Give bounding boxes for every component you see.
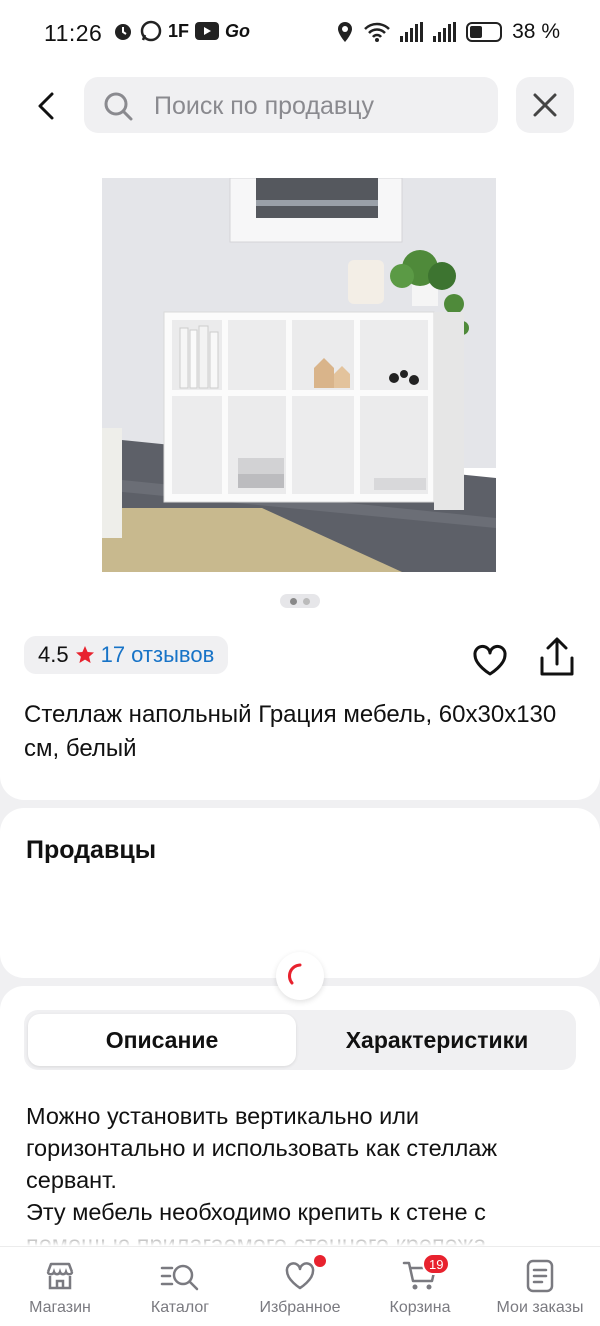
shelf-photo [102, 178, 496, 572]
nav-label-orders: Мои заказы [496, 1299, 584, 1316]
alarm-icon [115, 24, 131, 40]
nav-label-cart: Корзина [389, 1299, 451, 1316]
nav-item-favorites[interactable]: Избранное [240, 1247, 360, 1326]
sellers-title: Продавцы [26, 836, 157, 864]
back-button[interactable] [24, 84, 68, 128]
spinner-icon [287, 963, 302, 985]
heart-icon [473, 644, 507, 676]
cart-count-badge: 19 [422, 1253, 451, 1275]
description-card: Описание Характеристики Можно установить… [0, 986, 600, 1246]
chevron-left-icon [38, 92, 54, 120]
nav-label-store: Магазин [29, 1299, 91, 1316]
rating-chip[interactable]: 4.5 17 отзывов [24, 636, 229, 674]
status-system-icons: 38 % [336, 20, 560, 44]
signal-icon-2 [433, 22, 457, 42]
youtube-icon [195, 22, 220, 40]
status-notification-icons: 1F Go [112, 20, 250, 42]
status-time: 11:26 [44, 20, 103, 46]
pager-dot-active [290, 597, 297, 605]
location-icon [338, 22, 353, 42]
orders-icon [526, 1259, 554, 1293]
search-placeholder: Поиск по продавцу [154, 92, 374, 120]
nav-label-catalog: Каталог [150, 1299, 210, 1316]
status-bar: 11:26 1F Go 38 % [0, 0, 600, 70]
bottom-nav: Магазин Каталог Избранное 19 Корзина Мои… [0, 1246, 600, 1326]
favorites-dot-badge [314, 1255, 326, 1267]
product-card: 4.5 17 отзывов Стеллаж напольный Грация … [0, 146, 600, 800]
product-title: Стеллаж напольный Грация мебель, 60х30х1… [24, 701, 557, 762]
loading-spinner [276, 952, 324, 1000]
nav-item-cart[interactable]: 19 Корзина [360, 1247, 480, 1326]
image-pager-dots [280, 594, 320, 608]
search-icon [104, 92, 133, 121]
nav-item-catalog[interactable]: Каталог [120, 1247, 240, 1326]
nav-item-store[interactable]: Магазин [0, 1247, 120, 1326]
battery-level: 38 % [512, 20, 560, 43]
store-icon [46, 1262, 74, 1290]
product-image[interactable] [102, 178, 496, 572]
catalog-search-icon [160, 1264, 199, 1291]
favorite-button[interactable] [470, 640, 510, 680]
search-input[interactable]: Поиск по продавцу [84, 77, 498, 133]
nav-label-favorites: Избранное [259, 1299, 341, 1316]
wifi-icon [364, 22, 391, 42]
rating-value: 4.5 [38, 642, 69, 667]
star-icon [75, 646, 94, 663]
top-bar: Поиск по продавцу [0, 70, 600, 146]
share-button[interactable] [536, 636, 578, 680]
signal-icon [400, 22, 424, 42]
battery-icon [466, 22, 503, 42]
close-icon [533, 93, 557, 117]
reviews-link[interactable]: 17 отзывов [101, 642, 215, 668]
heart-icon [285, 1262, 315, 1290]
tab-description[interactable]: Описание [28, 1014, 296, 1066]
share-icon [540, 637, 574, 676]
nav-item-orders[interactable]: Мои заказы [480, 1247, 600, 1326]
close-button[interactable] [516, 77, 574, 133]
description-paragraph: Можно установить вертикально или горизон… [26, 1103, 498, 1193]
description-tabs: Описание Характеристики [24, 1010, 576, 1070]
whatsapp-icon [140, 20, 162, 42]
pager-dot [303, 597, 310, 605]
status-app-label-go: Go [225, 20, 251, 41]
tab-specs[interactable]: Характеристики [302, 1014, 572, 1066]
status-app-label-1f: 1F [168, 20, 190, 41]
description-fade [0, 1222, 600, 1246]
